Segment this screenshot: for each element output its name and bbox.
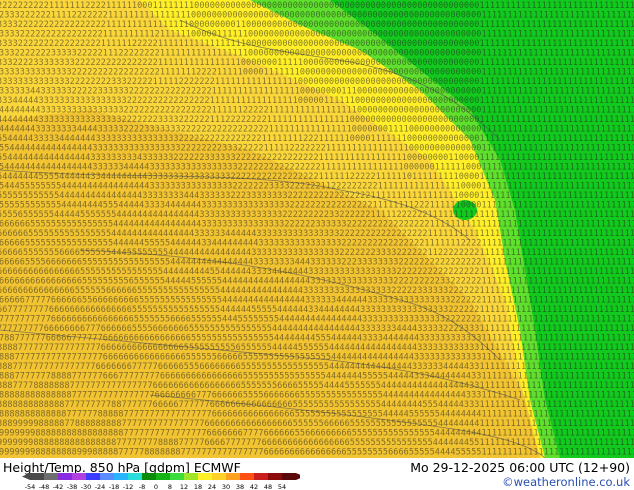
field-row: 8889999988888778888888887777777777777777… <box>0 419 634 429</box>
colorbar-tick-label: -54 <box>25 483 36 490</box>
colorbar-tick-label: 38 <box>236 483 244 490</box>
field-row: 6666665555555555555555444444444444444443… <box>0 220 634 230</box>
field-row: 6666655556666666555555555555555554444444… <box>0 258 634 268</box>
field-row: 6666655555555555555555444444555554444443… <box>0 239 634 249</box>
colorbar-tick-label: 24 <box>208 483 216 490</box>
field-row: 8887777777777777777666666677777666665556… <box>0 362 634 372</box>
field-row: 8888888888888877777777777777776666666677… <box>0 391 634 401</box>
colorbar-tick-label: -38 <box>67 483 78 490</box>
colorbar-segment <box>30 473 44 480</box>
colorbar-max-arrow <box>296 473 300 480</box>
field-row: 5444444455554444443344444444433333333333… <box>0 172 634 182</box>
colorbar-segment <box>100 473 114 480</box>
field-row: 6666666666666666555555555655555544444555… <box>0 277 634 287</box>
colorbar-segment <box>128 473 142 480</box>
colorbar-tick-label: 18 <box>194 483 202 490</box>
colorbar-tick-label: 0 <box>154 483 158 490</box>
field-row: 7777777777666666666666666655555556666555… <box>0 315 634 325</box>
colorbar-tick-label: -24 <box>95 483 106 490</box>
map-footer: Height/Temp. 850 hPa [gdpm] ECMWF Mo 29-… <box>0 458 634 490</box>
map-field: 2222222222111111122221111110001111111100… <box>0 0 634 458</box>
colorbar-segment <box>156 473 170 480</box>
field-row: 4444444333333334444333332222333333322222… <box>0 125 634 135</box>
colorbar-segment <box>170 473 184 480</box>
field-row: 3333222222222222222211111111112111111000… <box>0 30 634 40</box>
colorbar-segment <box>212 473 226 480</box>
field-row: 8888888888888777777777887777776666677777… <box>0 400 634 410</box>
field-row: 8887777888888877777777777777776666666666… <box>0 381 634 391</box>
field-row: 5555555555554444444455544444333344444443… <box>0 201 634 211</box>
field-row: 3334444433333333333333333222222222222222… <box>0 96 634 106</box>
field-row: 5544444444444444443333333334333333222222… <box>0 153 634 163</box>
field-row: 3333333333333322222222333222221111122222… <box>0 77 634 87</box>
field-row: 6666655555556666555555444555555554444444… <box>0 248 634 258</box>
field-row: 8888777777777777777766666666666666665555… <box>0 343 634 353</box>
field-row: 6677777777666666666666666655555555555555… <box>0 305 634 315</box>
colorbar-segment <box>114 473 128 480</box>
field-row: 7777777776666666677766666655556666666555… <box>0 324 634 334</box>
field-row: 6666666666666665555556666665555555555555… <box>0 286 634 296</box>
field-row: 5555655555544444555555544444444444444443… <box>0 210 634 220</box>
color-scale-bar: -54 -48 -42 -38 -30 -24 -18 -12 -8 0 8 12 18 24 30 38 42… <box>22 473 300 490</box>
field-row: 3333333333333322222222222222222111111122… <box>0 68 634 78</box>
colorbar-tick-label: 42 <box>250 483 258 490</box>
field-value-texture: 2222222222111111122221111110001111111100… <box>0 1 634 458</box>
field-row: 3333222222222222222221111111111111111000… <box>0 20 634 30</box>
field-row: 4444444433333333333333332222222333322222… <box>0 115 634 125</box>
colorbar-tick-label: 8 <box>168 483 172 490</box>
colorbar-tick-label: -18 <box>109 483 120 490</box>
colorbar-segment <box>142 473 156 480</box>
field-row: 6666666666666666555555555555555544444444… <box>0 267 634 277</box>
colorbar-segment <box>58 473 72 480</box>
colorbar-segment <box>268 473 282 480</box>
field-row: 2333222222111122222221111111111111111000… <box>0 11 634 21</box>
field-row: 8887777777777777777766666666666666665555… <box>0 353 634 363</box>
colorbar-tick-label: 54 <box>278 483 286 490</box>
field-row: 3332222222333332222211122222222111111111… <box>0 49 634 59</box>
credit-link[interactable]: ©weatheronline.co.uk <box>502 475 630 489</box>
field-row: 9999999888888889998888877777888888877777… <box>0 448 634 458</box>
field-row: 8887777777888877777766677777777666666666… <box>0 372 634 382</box>
colorbar-segment <box>184 473 198 480</box>
field-row: 3333334433333322222333333222222222222222… <box>0 87 634 97</box>
field-row: 4444444433333333333333332222222222222222… <box>0 106 634 116</box>
field-row: 5444444444444444443333334444433333333333… <box>0 163 634 173</box>
colorbar-segment <box>72 473 86 480</box>
colorbar-tick-label: 30 <box>222 483 230 490</box>
colorbar-segment <box>44 473 58 480</box>
field-row: 5544444444444444443333333333333333322222… <box>0 144 634 154</box>
colorbar-tick-label: -12 <box>123 483 134 490</box>
colorbar-segment <box>226 473 240 480</box>
field-row: 8888888888888777777888887777777777777777… <box>0 410 634 420</box>
colorbar-segment <box>198 473 212 480</box>
field-row: 7887777776666677777766666666666666666555… <box>0 334 634 344</box>
field-row: 5555555555554444444444444444333333334443… <box>0 191 634 201</box>
colorbar-segment <box>254 473 268 480</box>
colorbar-segment <box>282 473 296 480</box>
valid-time: Mo 29-12-2025 06:00 UTC (12+90) <box>410 460 630 475</box>
colorbar-segment <box>240 473 254 480</box>
field-row: 3333222222222222222211111122222111111111… <box>0 39 634 49</box>
weather-map: 2222222222111111122221111110001111111100… <box>0 0 634 458</box>
field-row: 6666665555555555555555444444444444444433… <box>0 229 634 239</box>
field-row: 9999999888888888888888877777777888877777… <box>0 438 634 448</box>
colorbar-tick-label: 48 <box>264 483 272 490</box>
colorbar-tick-label: -30 <box>81 483 92 490</box>
field-row: 5444555555554444444444444444433333333333… <box>0 182 634 192</box>
colorbar-tick-label: -8 <box>139 483 145 490</box>
field-row: 9999999888888888888888887777777777777777… <box>0 429 634 439</box>
colorbar-min-arrow <box>22 473 30 480</box>
colorbar-tick-label: -42 <box>53 483 64 490</box>
field-row: 2222222222111111122221111110001111111100… <box>0 1 634 11</box>
field-row: 3332222333333332222222222222222111111111… <box>0 58 634 68</box>
colorbar-tick-label: -48 <box>39 483 50 490</box>
colorbar-segment <box>86 473 100 480</box>
colorbar-tick-label: 12 <box>180 483 188 490</box>
field-row: 5544444333334444444333333333333333322222… <box>0 134 634 144</box>
field-row: 6666677777666666556666666665555555555555… <box>0 296 634 306</box>
